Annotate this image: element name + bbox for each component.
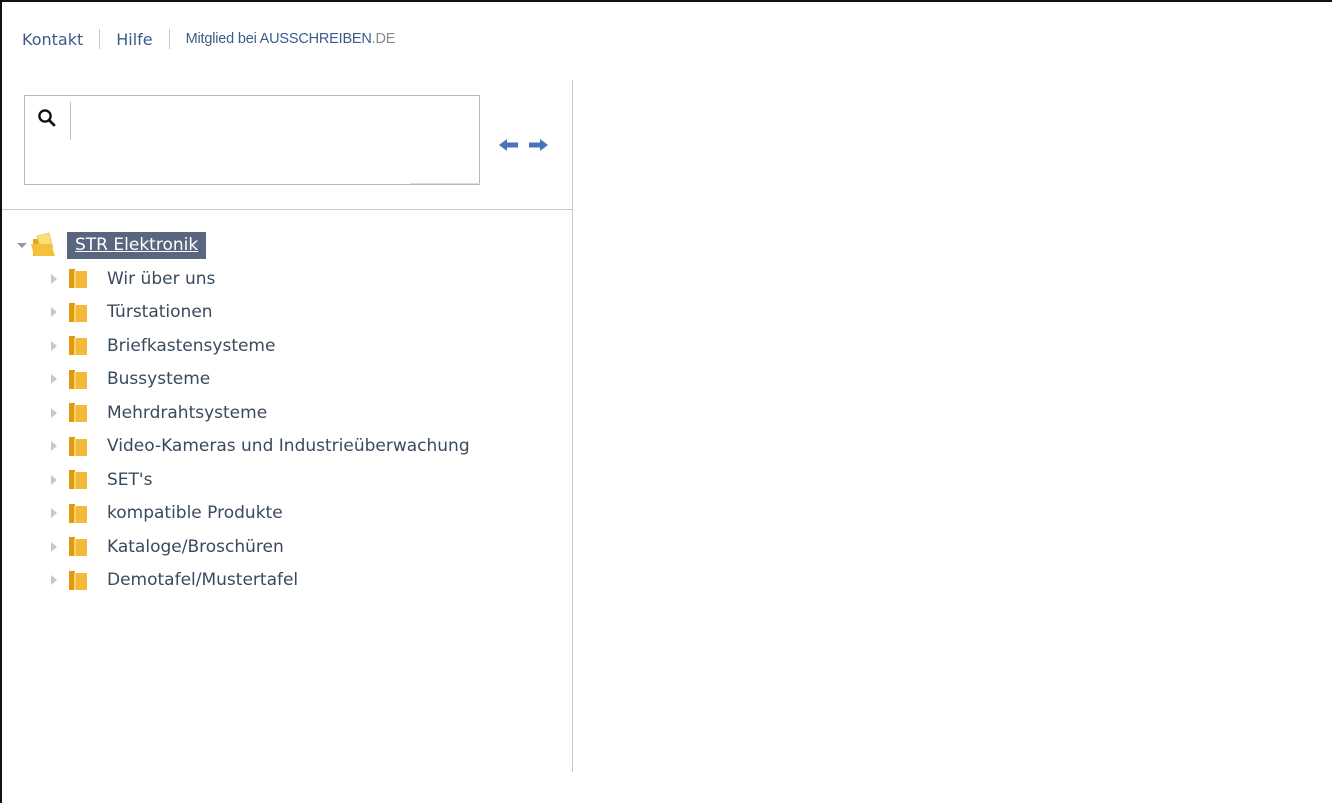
nav-separator <box>168 29 170 49</box>
folder-icon <box>69 403 87 423</box>
nav-separator <box>99 29 101 49</box>
tree-node-label[interactable]: kompatible Produkte <box>107 503 283 523</box>
search-text-cursor <box>70 102 71 140</box>
tree-node[interactable]: Wir über uns <box>16 262 470 296</box>
folder-icon <box>69 336 87 356</box>
folder-icon <box>69 570 87 590</box>
arrow-right-icon[interactable] <box>528 138 549 152</box>
tree-node[interactable]: Bussysteme <box>16 363 470 397</box>
tree-node-label[interactable]: Video-Kameras und Industrieüberwachung <box>107 436 470 456</box>
folder-open-icon <box>31 232 55 256</box>
tree-node[interactable]: Türstationen <box>16 296 470 330</box>
search-icon[interactable] <box>37 108 57 128</box>
top-navigation: Kontakt Hilfe Mitglied bei AUSSCHREIBEN.… <box>22 28 395 50</box>
collapsed-triangle-icon[interactable] <box>50 407 58 419</box>
folder-icon <box>69 269 87 289</box>
tree-node-label[interactable]: Mehrdrahtsysteme <box>107 403 267 423</box>
tree-node[interactable]: Mehrdrahtsysteme <box>16 396 470 430</box>
tree-node[interactable]: Video-Kameras und Industrieüberwachung <box>16 430 470 464</box>
tree-node-label[interactable]: Wir über uns <box>107 269 215 289</box>
tree-node-label[interactable]: Kataloge/Broschüren <box>107 537 284 557</box>
tree-node[interactable]: kompatible Produkte <box>16 497 470 531</box>
category-tree: STR Elektronik Wir über uns Türstationen B… <box>16 228 470 597</box>
tree-node[interactable]: SET's <box>16 463 470 497</box>
member-link[interactable]: Mitglied bei AUSSCHREIBEN.DE <box>186 31 396 47</box>
collapsed-triangle-icon[interactable] <box>50 440 58 452</box>
tree-node-label[interactable]: SET's <box>107 470 152 490</box>
help-link[interactable]: Hilfe <box>116 30 152 49</box>
member-prefix: Mitglied bei <box>185 31 260 47</box>
collapsed-triangle-icon[interactable] <box>50 574 58 586</box>
search-box[interactable] <box>24 95 480 185</box>
folder-icon <box>69 470 87 490</box>
tree-node-label[interactable]: Demotafel/Mustertafel <box>107 570 298 590</box>
member-brand: AUSSCHREIBEN <box>259 31 372 47</box>
tree-node-label[interactable]: Bussysteme <box>107 369 210 389</box>
collapsed-triangle-icon[interactable] <box>50 373 58 385</box>
tree-node-label[interactable]: Briefkastensysteme <box>107 336 275 356</box>
pane-divider-vertical[interactable] <box>572 80 573 772</box>
collapsed-triangle-icon[interactable] <box>50 541 58 553</box>
folder-icon <box>69 503 87 523</box>
pane-divider-horizontal <box>2 209 573 210</box>
history-navigation <box>498 138 549 152</box>
collapsed-triangle-icon[interactable] <box>50 306 58 318</box>
folder-icon <box>69 436 87 456</box>
tree-node[interactable]: Briefkastensysteme <box>16 329 470 363</box>
tree-node[interactable]: Demotafel/Mustertafel <box>16 564 470 598</box>
tree-root: STR Elektronik <box>16 228 470 262</box>
search-underline <box>410 183 480 184</box>
tree-root-label[interactable]: STR Elektronik <box>67 231 207 259</box>
tree-node-label[interactable]: Türstationen <box>107 302 213 322</box>
collapsed-triangle-icon[interactable] <box>50 340 58 352</box>
collapsed-triangle-icon[interactable] <box>50 273 58 285</box>
tree-node[interactable]: Kataloge/Broschüren <box>16 530 470 564</box>
expanded-triangle-icon[interactable] <box>16 239 28 251</box>
collapsed-triangle-icon[interactable] <box>50 507 58 519</box>
collapsed-triangle-icon[interactable] <box>50 474 58 486</box>
folder-icon <box>69 537 87 557</box>
search-input[interactable] <box>75 100 473 140</box>
member-tld: .DE <box>371 31 396 47</box>
folder-icon <box>69 302 87 322</box>
contact-link[interactable]: Kontakt <box>22 30 83 49</box>
arrow-left-icon[interactable] <box>498 138 519 152</box>
folder-icon <box>69 369 87 389</box>
